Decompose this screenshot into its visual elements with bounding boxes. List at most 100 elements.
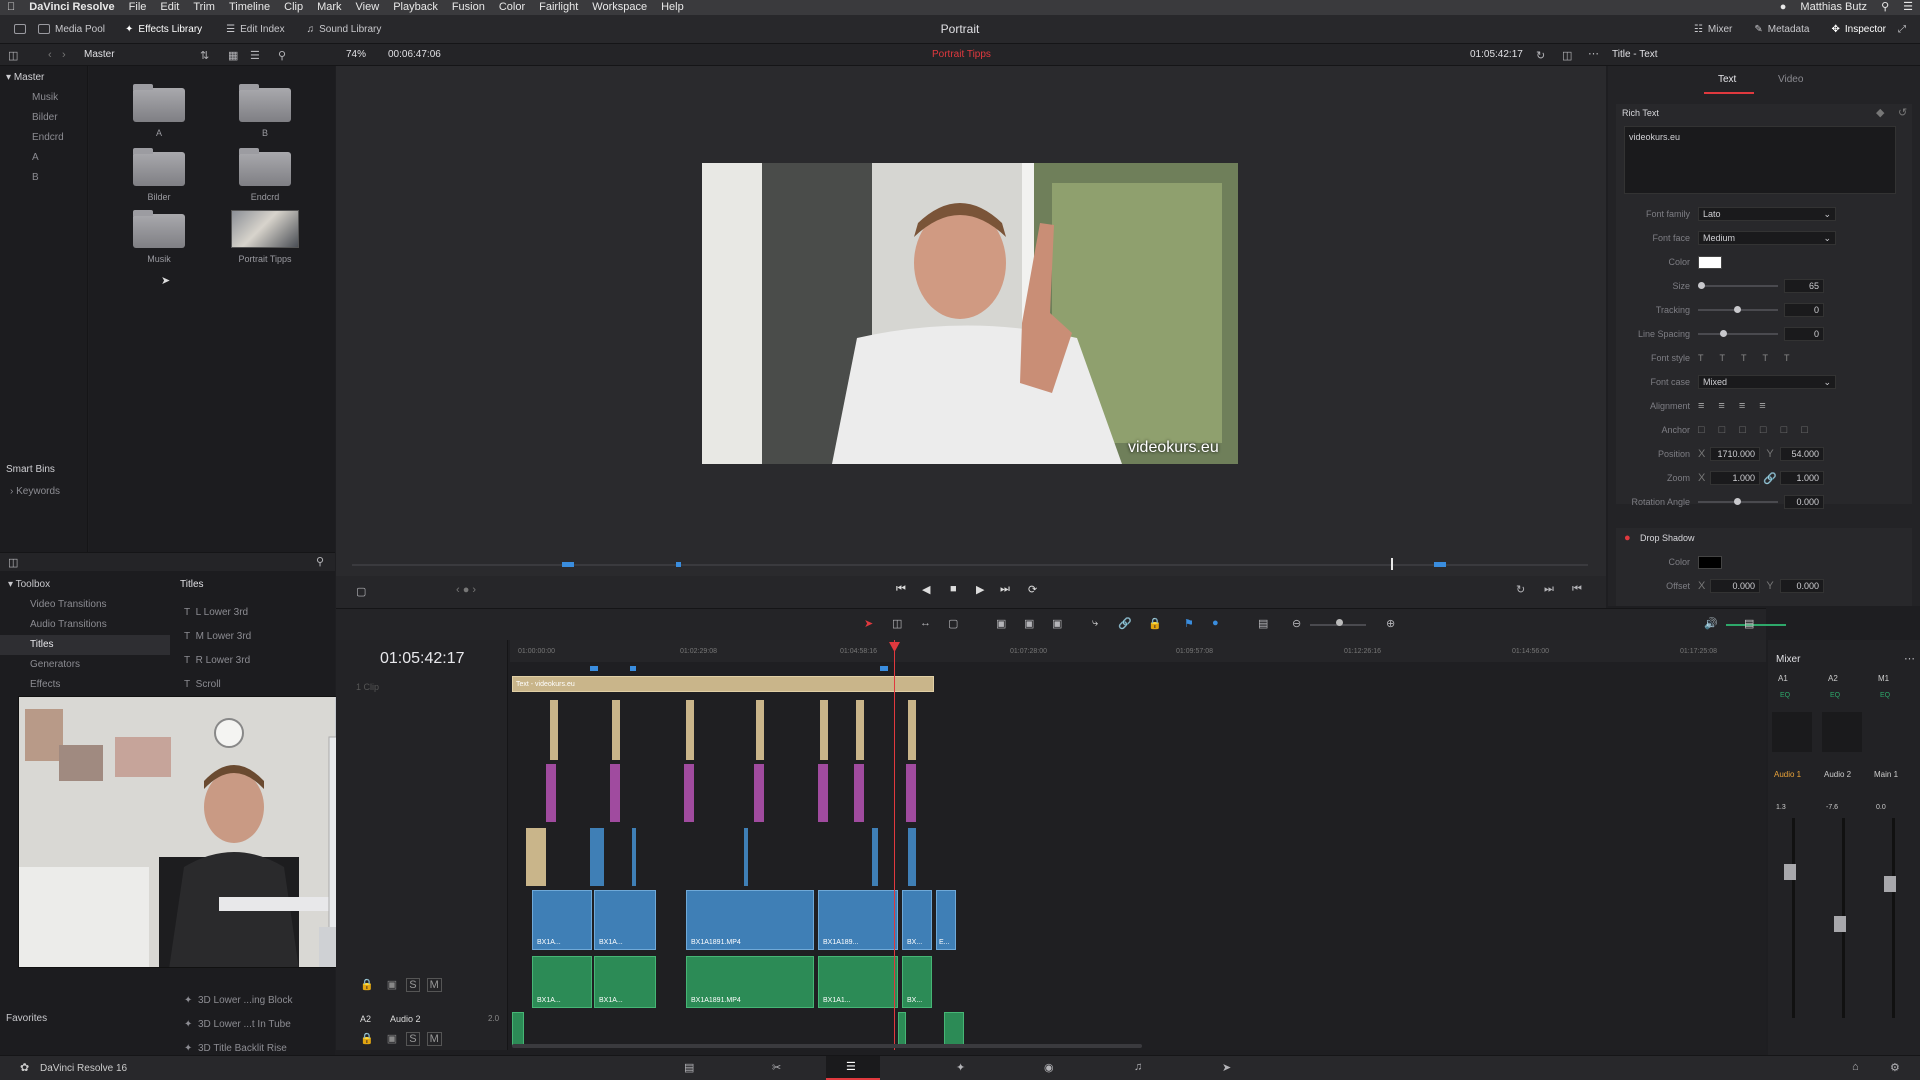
timeline-thumbnail-portrait-tipps[interactable]: Portrait Tipps: [231, 210, 299, 264]
shadow-color-swatch[interactable]: [1698, 555, 1722, 569]
position-x-field[interactable]: 1710.000: [1710, 447, 1760, 461]
bin-item-a[interactable]: A: [32, 152, 39, 163]
menu-list-icon[interactable]: ☰: [1896, 0, 1920, 15]
eq-button[interactable]: EQ: [1780, 692, 1790, 699]
image-clip[interactable]: [872, 828, 878, 886]
menu-color[interactable]: Color: [492, 0, 532, 15]
tracking-slider[interactable]: [1698, 306, 1778, 313]
deliver-page-icon[interactable]: ➤: [1222, 1061, 1231, 1074]
viewer-marker[interactable]: [1434, 562, 1446, 567]
grid-view-icon[interactable]: ▦: [228, 49, 238, 62]
text-color-swatch[interactable]: [1698, 255, 1722, 269]
audio-clip[interactable]: [944, 1012, 964, 1046]
media-pool-button[interactable]: Media Pool: [32, 24, 111, 35]
title-clip-fragment[interactable]: [550, 700, 558, 760]
title-item[interactable]: T R Lower 3rd: [184, 655, 250, 666]
size-field[interactable]: 65: [1784, 279, 1824, 293]
viewer-scrubber[interactable]: [352, 564, 1588, 566]
forward-icon[interactable]: ›: [62, 49, 66, 61]
match-frame-icon[interactable]: ↻: [1516, 583, 1525, 596]
audio-clip[interactable]: [898, 1012, 906, 1046]
snapping-icon[interactable]: ⤷: [1092, 617, 1098, 630]
go-to-end-button[interactable]: ⏭: [1000, 583, 1010, 596]
menu-trim[interactable]: Trim: [186, 0, 222, 15]
title-clip[interactable]: Text - videokurs.eu: [512, 676, 934, 692]
timeline-ruler[interactable]: 01:00:00:00 01:02:29:08 01:04:58:16 01:0…: [510, 640, 1766, 671]
pan-control[interactable]: [1822, 712, 1862, 752]
fusion-clip[interactable]: [684, 764, 694, 822]
edit-index-button[interactable]: ☰ Edit Index: [220, 24, 290, 35]
gear-icon[interactable]: ⚙: [1890, 1061, 1900, 1074]
title-clip-fragment[interactable]: [820, 700, 828, 760]
play-reverse-button[interactable]: ◀: [922, 583, 930, 596]
rotation-slider[interactable]: [1698, 498, 1778, 505]
title-item[interactable]: T Scroll: [184, 679, 221, 690]
tab-text[interactable]: Text: [1718, 74, 1736, 85]
timeline-playhead[interactable]: [894, 640, 895, 1050]
audio-clip[interactable]: BX1A1...: [818, 956, 898, 1008]
bin-item-musik[interactable]: Musik: [32, 92, 58, 103]
toolbox-item[interactable]: ▾ Toolbox: [8, 579, 50, 590]
panel-toggle-icon[interactable]: ◫: [8, 49, 18, 62]
smart-bin-keywords[interactable]: › Keywords: [10, 486, 60, 497]
dim-icon[interactable]: ▤: [1744, 617, 1754, 630]
fader-a2[interactable]: [1834, 916, 1846, 932]
keyframe-icon[interactable]: ◆: [1876, 106, 1884, 119]
fusion-title-item[interactable]: ✦ 3D Lower ...ing Block: [184, 995, 292, 1006]
title-clip-fragment[interactable]: [756, 700, 764, 760]
linked-selection-icon[interactable]: 🔗: [1118, 617, 1132, 630]
jog-control[interactable]: ‹ ● ›: [456, 584, 476, 596]
volume-icon[interactable]: 🔊: [1704, 617, 1718, 630]
font-case-select[interactable]: Mixed ⌄: [1698, 375, 1836, 389]
menu-edit[interactable]: Edit: [153, 0, 186, 15]
timeline-scrollbar[interactable]: [512, 1044, 1142, 1048]
timeline-view-icon[interactable]: ▤: [1258, 617, 1268, 630]
bin-master[interactable]: ▾ Master: [6, 72, 44, 83]
viewer-mode-icon[interactable]: ◫: [1562, 49, 1572, 62]
pan-control[interactable]: [1772, 712, 1812, 752]
search-icon[interactable]: ⚲: [1874, 0, 1896, 15]
title-clip-fragment[interactable]: [686, 700, 694, 760]
panel-layout-icon[interactable]: ◫: [8, 556, 18, 569]
more-options-icon[interactable]: ⋯: [1588, 47, 1599, 60]
menu-workspace[interactable]: Workspace: [585, 0, 654, 15]
menu-playback[interactable]: Playback: [386, 0, 445, 15]
blade-tool-icon[interactable]: ▢: [948, 617, 958, 630]
position-y-field[interactable]: 54.000: [1780, 447, 1824, 461]
timeline-marker[interactable]: [880, 666, 888, 671]
reset-icon[interactable]: ↺: [1898, 106, 1907, 119]
title-item[interactable]: T L Lower 3rd: [184, 607, 248, 618]
solo-button[interactable]: S: [406, 1032, 420, 1046]
flag-icon[interactable]: ⚑: [1184, 617, 1194, 630]
track-a2-name[interactable]: Audio 2: [390, 1014, 421, 1024]
drop-shadow-toggle-icon[interactable]: ●: [1624, 532, 1631, 544]
fusion-clip[interactable]: [906, 764, 916, 822]
mute-button[interactable]: M: [426, 978, 442, 992]
eq-button[interactable]: EQ: [1880, 692, 1890, 699]
stop-button[interactable]: ■: [950, 583, 957, 595]
lock-icon[interactable]: 🔒: [360, 1033, 374, 1045]
toolbox-generators[interactable]: Generators: [30, 659, 80, 670]
toolbox-audio-transitions[interactable]: Audio Transitions: [30, 619, 107, 630]
sort-icon[interactable]: ⇅: [200, 49, 209, 62]
mixer-button[interactable]: ☷ Mixer: [1688, 24, 1738, 35]
image-clip[interactable]: [908, 828, 916, 886]
bin-folder-musik[interactable]: Musik: [133, 210, 185, 264]
bin-folder-b[interactable]: B: [239, 84, 291, 138]
viewer-frame[interactable]: videokurs.eu: [702, 163, 1238, 464]
toolbox-effects[interactable]: Effects: [30, 679, 60, 690]
timeline-marker[interactable]: [590, 666, 598, 671]
bin-folder-endcrd[interactable]: Endcrd: [239, 148, 291, 202]
zoom-in-icon[interactable]: ⊕: [1386, 617, 1395, 630]
loop-button[interactable]: ⟳: [1028, 583, 1037, 596]
workspace-icon[interactable]: [8, 24, 32, 34]
video-clip[interactable]: BX1A...: [594, 890, 656, 950]
fader-m1[interactable]: [1884, 876, 1896, 892]
expand-icon[interactable]: ⤢: [1892, 24, 1912, 35]
tab-video[interactable]: Video: [1778, 74, 1803, 85]
wifi-icon[interactable]: ●: [1773, 0, 1794, 15]
bin-item-bilder[interactable]: Bilder: [32, 112, 58, 123]
track-options-icon[interactable]: ▣: [387, 979, 397, 991]
timeline-selector[interactable]: Portrait Tipps: [932, 49, 991, 60]
video-clip[interactable]: BX1A189...: [818, 890, 898, 950]
